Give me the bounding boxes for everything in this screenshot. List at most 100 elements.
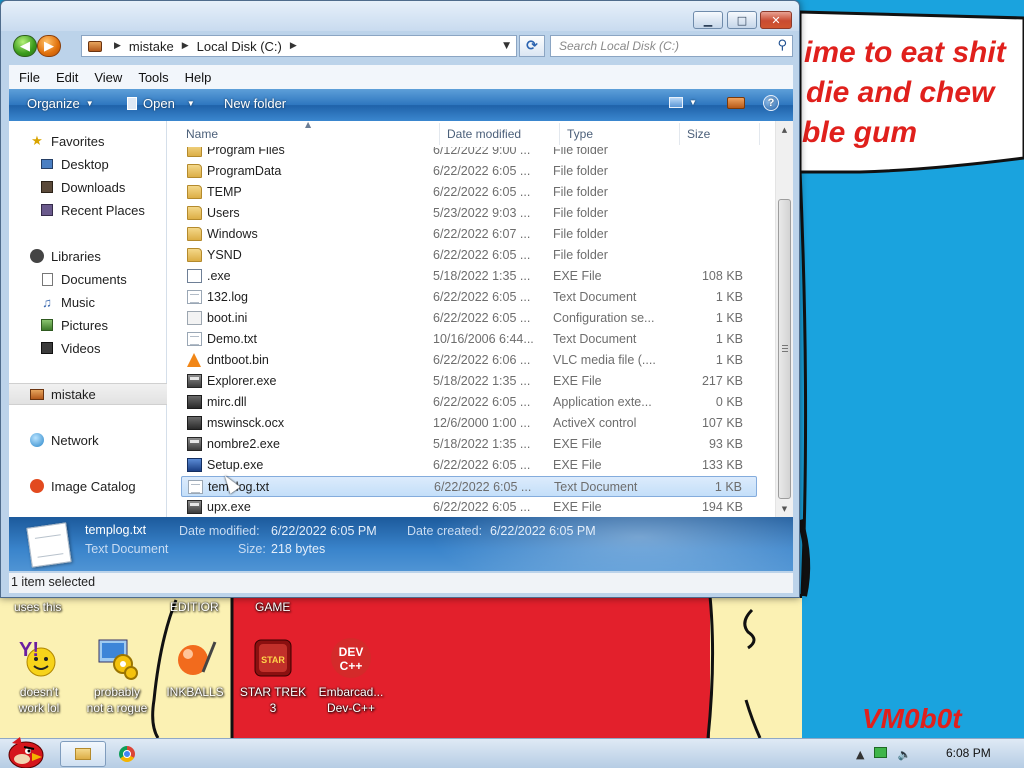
organize-button[interactable]: Organize ▼ [27, 96, 94, 111]
change-view-button[interactable]: ▼ [669, 97, 697, 108]
preview-pane-button[interactable] [727, 97, 745, 109]
maximize-button[interactable]: □ [727, 11, 757, 29]
desktop-icon-star-trek[interactable]: STAR STAR TREK 3 [234, 636, 312, 716]
show-hidden-icons-arrow[interactable]: ▲ [856, 748, 864, 761]
forward-button[interactable]: ▶ [37, 35, 61, 57]
details-file-name: templog.txt [85, 523, 147, 537]
forward-arrow-icon: ▶ [44, 38, 54, 54]
file-row[interactable]: Demo.txt 10/16/2006 6:44... Text Document 1… [181, 329, 757, 350]
file-size: 194 KB [701, 500, 743, 514]
search-input[interactable] [551, 36, 767, 56]
file-row[interactable]: dntboot.bin 6/22/2022 6:06 ... VLC media f… [181, 350, 757, 371]
file-row[interactable]: templog.txt 6/22/2022 6:05 ... Text Docume… [181, 476, 757, 497]
file-row[interactable]: 132.log 6/22/2022 6:05 ... Text Document 1 … [181, 287, 757, 308]
help-icon[interactable]: ? [763, 95, 779, 111]
nav-favorites[interactable]: ★ Favorites [9, 130, 167, 152]
menu-tools[interactable]: Tools [138, 70, 168, 85]
nav-pictures[interactable]: Pictures [9, 314, 167, 336]
menu-edit[interactable]: Edit [56, 70, 78, 85]
nav-network[interactable]: Network [9, 429, 167, 451]
vertical-scrollbar[interactable]: ▲ ▼ [775, 121, 793, 517]
minimize-button[interactable]: ▁ [693, 11, 723, 29]
file-row[interactable]: Windows 6/22/2022 6:07 ... File folder [181, 224, 757, 245]
details-size-label: Size: [238, 542, 266, 556]
desktop-icon-dev-cpp[interactable]: DEV C++ Embarcad... Dev-C++ [312, 636, 390, 716]
breadcrumb-mistake[interactable]: mistake [129, 39, 174, 54]
nav-libraries[interactable]: Libraries [9, 245, 167, 267]
file-list-pane[interactable]: ▲ Name Date modified Type Size Program F… [167, 120, 793, 517]
new-folder-button[interactable]: New folder [224, 96, 286, 111]
explorer-window[interactable]: ▁ □ ✕ ◀ ▶ ▶ mistake ▶ Local Disk (C:) ▶ … [0, 0, 800, 598]
file-row[interactable]: Program Files 6/12/2022 9:00 ... File fold… [181, 147, 757, 161]
file-name: boot.ini [207, 311, 248, 325]
nav-desktop[interactable]: Desktop [9, 153, 167, 175]
column-divider[interactable] [439, 123, 440, 145]
column-header-date[interactable]: Date modified [447, 127, 521, 141]
breadcrumb-local-disk[interactable]: Local Disk (C:) [197, 39, 282, 54]
file-row[interactable]: YSND 6/22/2022 6:05 ... File folder [181, 245, 757, 266]
column-divider[interactable] [559, 123, 560, 145]
menu-help[interactable]: Help [185, 70, 212, 85]
file-size: 108 KB [701, 269, 743, 283]
back-button[interactable]: ◀ [13, 35, 37, 57]
nav-recent-places[interactable]: Recent Places [9, 199, 167, 221]
desktop-icon-settings[interactable]: probably not a rogue [78, 636, 156, 716]
scrollbar-thumb[interactable] [778, 199, 791, 499]
folder-icon [187, 147, 202, 157]
desktop-icon-label: doesn't [19, 685, 59, 699]
file-row[interactable]: Explorer.exe 5/18/2022 1:35 ... EXE File 21… [181, 371, 757, 392]
scroll-down-arrow-icon[interactable]: ▼ [776, 500, 793, 517]
address-bar[interactable]: ▶ mistake ▶ Local Disk (C:) ▶ ▼ [81, 35, 517, 57]
column-divider[interactable] [759, 123, 760, 145]
refresh-button[interactable]: ⟳ [519, 35, 545, 57]
volume-icon[interactable]: 🔈 [897, 748, 911, 761]
search-box[interactable]: ⚲ [550, 35, 793, 57]
nav-image-catalog[interactable]: Image Catalog [9, 475, 167, 497]
file-row[interactable]: Setup.exe 6/22/2022 6:05 ... EXE File 133 K… [181, 455, 757, 476]
file-type: EXE File [553, 374, 602, 388]
file-row[interactable]: boot.ini 6/22/2022 6:05 ... Configuration … [181, 308, 757, 329]
column-header-size[interactable]: Size [687, 127, 710, 141]
wallpaper-text-line-3: ble gum [802, 116, 918, 149]
taskbar-chrome-button[interactable] [112, 741, 142, 767]
scroll-up-arrow-icon[interactable]: ▲ [776, 121, 793, 138]
nav-documents[interactable]: Documents [9, 268, 167, 290]
file-row[interactable]: Users 5/23/2022 9:03 ... File folder [181, 203, 757, 224]
file-row[interactable]: .exe 5/18/2022 1:35 ... EXE File 108 KB [181, 266, 757, 287]
column-header-type[interactable]: Type [567, 127, 593, 141]
column-header-name[interactable]: Name [186, 127, 218, 141]
close-button[interactable]: ✕ [760, 11, 792, 29]
views-icon [669, 97, 683, 108]
file-name: mirc.dll [207, 395, 247, 409]
nav-computer-mistake[interactable]: mistake [9, 383, 167, 405]
window-title-bar[interactable]: ▁ □ ✕ [1, 1, 799, 31]
file-row[interactable]: upx.exe 6/22/2022 6:05 ... EXE File 194 KB [181, 497, 757, 517]
grip-icon [782, 345, 788, 352]
file-row[interactable]: ProgramData 6/22/2022 6:05 ... File folder [181, 161, 757, 182]
menu-file[interactable]: File [19, 70, 40, 85]
taskbar-explorer-button[interactable] [60, 741, 106, 767]
nav-downloads[interactable]: Downloads [9, 176, 167, 198]
star-icon: ★ [31, 133, 43, 148]
file-row[interactable]: nombre2.exe 5/18/2022 1:35 ... EXE File 93 … [181, 434, 757, 455]
file-type: EXE File [553, 269, 602, 283]
file-date-modified: 5/18/2022 1:35 ... [433, 269, 531, 283]
search-icon[interactable]: ⚲ [777, 38, 787, 53]
close-icon: ✕ [771, 13, 781, 27]
file-name: 132.log [207, 290, 249, 304]
chevron-down-icon[interactable]: ▼ [503, 41, 510, 51]
desktop-icon-yahoo-messenger[interactable]: Y! doesn't work lol [0, 636, 78, 716]
open-button[interactable]: Open ▼ [127, 96, 195, 111]
nav-music[interactable]: ♫ Music [9, 291, 167, 313]
clock[interactable]: 6:08 PM [946, 746, 991, 760]
file-row[interactable]: mirc.dll 6/22/2022 6:05 ... Application ex… [181, 392, 757, 413]
file-size: 133 KB [701, 458, 743, 472]
column-divider[interactable] [679, 123, 680, 145]
desktop-icon-inkballs[interactable]: INKBALLS [156, 636, 234, 700]
nav-videos[interactable]: Videos [9, 337, 167, 359]
file-row[interactable]: TEMP 6/22/2022 6:05 ... File folder [181, 182, 757, 203]
network-icon[interactable] [874, 747, 888, 761]
start-button[interactable] [4, 733, 48, 768]
file-row[interactable]: mswinsck.ocx 12/6/2000 1:00 ... ActiveX co… [181, 413, 757, 434]
menu-view[interactable]: View [94, 70, 122, 85]
